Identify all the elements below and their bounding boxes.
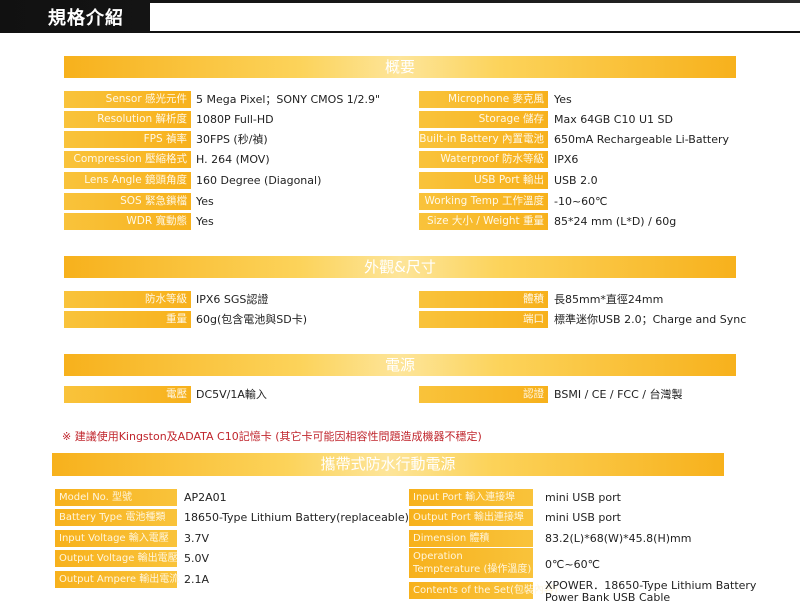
spec-value: BSMI / CE / FCC / 台灣製 [554,388,683,401]
pb-spec-value: AP2A01 [184,491,227,504]
spec-value: DC5V/1A輸入 [196,388,267,401]
pb-spec-label: Input Port 輸入連接埠 [409,489,533,506]
page-title: 規格介紹 [48,8,124,29]
spec-label: 端口 [419,311,548,328]
pb-spec-value: 3.7V [184,532,210,545]
spec-value: 85*24 mm (L*D) / 60g [554,215,677,228]
pb-spec-label: Model No. 型號 [55,489,177,506]
spec-label: Resolution 解析度 [64,111,191,128]
pb-spec-value: 5.0V [184,552,210,565]
spec-value: 1080P Full-HD [196,113,274,126]
spec-label: 重量 [64,311,191,328]
spec-label: Microphone 麥克風 [419,91,548,108]
pb-spec-value: 83.2(L)*68(W)*45.8(H)mm [545,532,692,545]
section-power-band: 電源 [64,354,736,376]
spec-label: Storage 儲存 [419,111,548,128]
pb-spec-label: Dimension 體積 [409,530,533,547]
spec-value: IPX6 SGS認證 [196,293,269,306]
spec-value: Yes [196,195,214,208]
page-header: 規格介紹 [0,0,800,33]
spec-label: FPS 禎率 [64,131,191,148]
header-cutout [150,3,800,33]
pb-spec-value: mini USB port [545,491,621,504]
spec-label: 防水等級 [64,291,191,308]
pb-spec-value: mini USB port [545,511,621,524]
spec-label: Built-in Battery 內置電池 [419,131,548,148]
section-appearance-band: 外觀&尺寸 [64,256,736,278]
spec-label: Sensor 感光元件 [64,91,191,108]
pb-spec-value: 2.1A [184,573,210,586]
pb-spec-label: Battery Type 電池種類 [55,509,177,526]
spec-value: IPX6 [554,153,579,166]
spec-value: 5 Mega Pixel；SONY CMOS 1/2.9" [196,93,381,106]
spec-label: USB Port 輸出 [419,172,548,189]
spec-label: 電壓 [64,386,191,403]
spec-value: 30FPS (秒/禎) [196,133,268,146]
spec-value: H. 264 (MOV) [196,153,270,166]
memory-card-note: ※ 建議使用Kingston及ADATA C10記憶卡 (其它卡可能因相容性問題… [62,430,482,443]
spec-value: Yes [554,93,572,106]
spec-label: Size 大小 / Weight 重量 [419,213,548,230]
pb-spec-label: Output Voltage 輸出電壓 [55,550,178,567]
spec-value: USB 2.0 [554,174,598,187]
pb-spec-label: Input Voltage 輸入電壓 [55,530,177,547]
pb-spec-label: Output Port 輸出連接埠 [409,509,533,526]
spec-label: Working Temp 工作溫度 [419,193,548,210]
spec-label: WDR 寬動態 [64,213,191,230]
spec-value: 長85mm*直徑24mm [554,293,664,306]
section-powerbank-band: 攜帶式防水行動電源 [52,453,724,476]
pb-spec-label: Output Ampere 輸出電流 [55,571,179,588]
spec-value: Max 64GB C10 U1 SD [554,113,673,126]
pb-spec-value: 18650-Type Lithium Battery(replaceable) [184,511,409,524]
spec-value: 650mA Rechargeable Li-Battery [554,133,730,146]
spec-label: Lens Angle 鏡頭角度 [64,172,191,189]
pb-spec-value: 0℃~60℃ [545,558,600,571]
section-overview-band: 概要 [64,56,736,78]
spec-label: SOS 緊急鎖檔 [64,193,191,210]
spec-value: Yes [196,215,214,228]
spec-value: 標準迷你USB 2.0；Charge and Sync [554,313,747,326]
spec-label: Waterproof 防水等級 [419,151,548,168]
spec-value: -10~60℃ [554,195,608,208]
pb-spec-label: Contents of the Set(包裝內容) [409,582,558,599]
spec-label: Compression 壓縮格式 [64,151,191,168]
spec-value: 160 Degree (Diagonal) [196,174,322,187]
spec-label: 體積 [419,291,548,308]
header-underline [150,31,800,33]
spec-label: 認證 [419,386,548,403]
spec-value: 60g(包含電池與SD卡) [196,313,308,326]
pb-spec-value-line2: Power Bank USB Cable [545,591,671,604]
pb-spec-label: Operation Tempterature (操作溫度) [409,548,533,578]
